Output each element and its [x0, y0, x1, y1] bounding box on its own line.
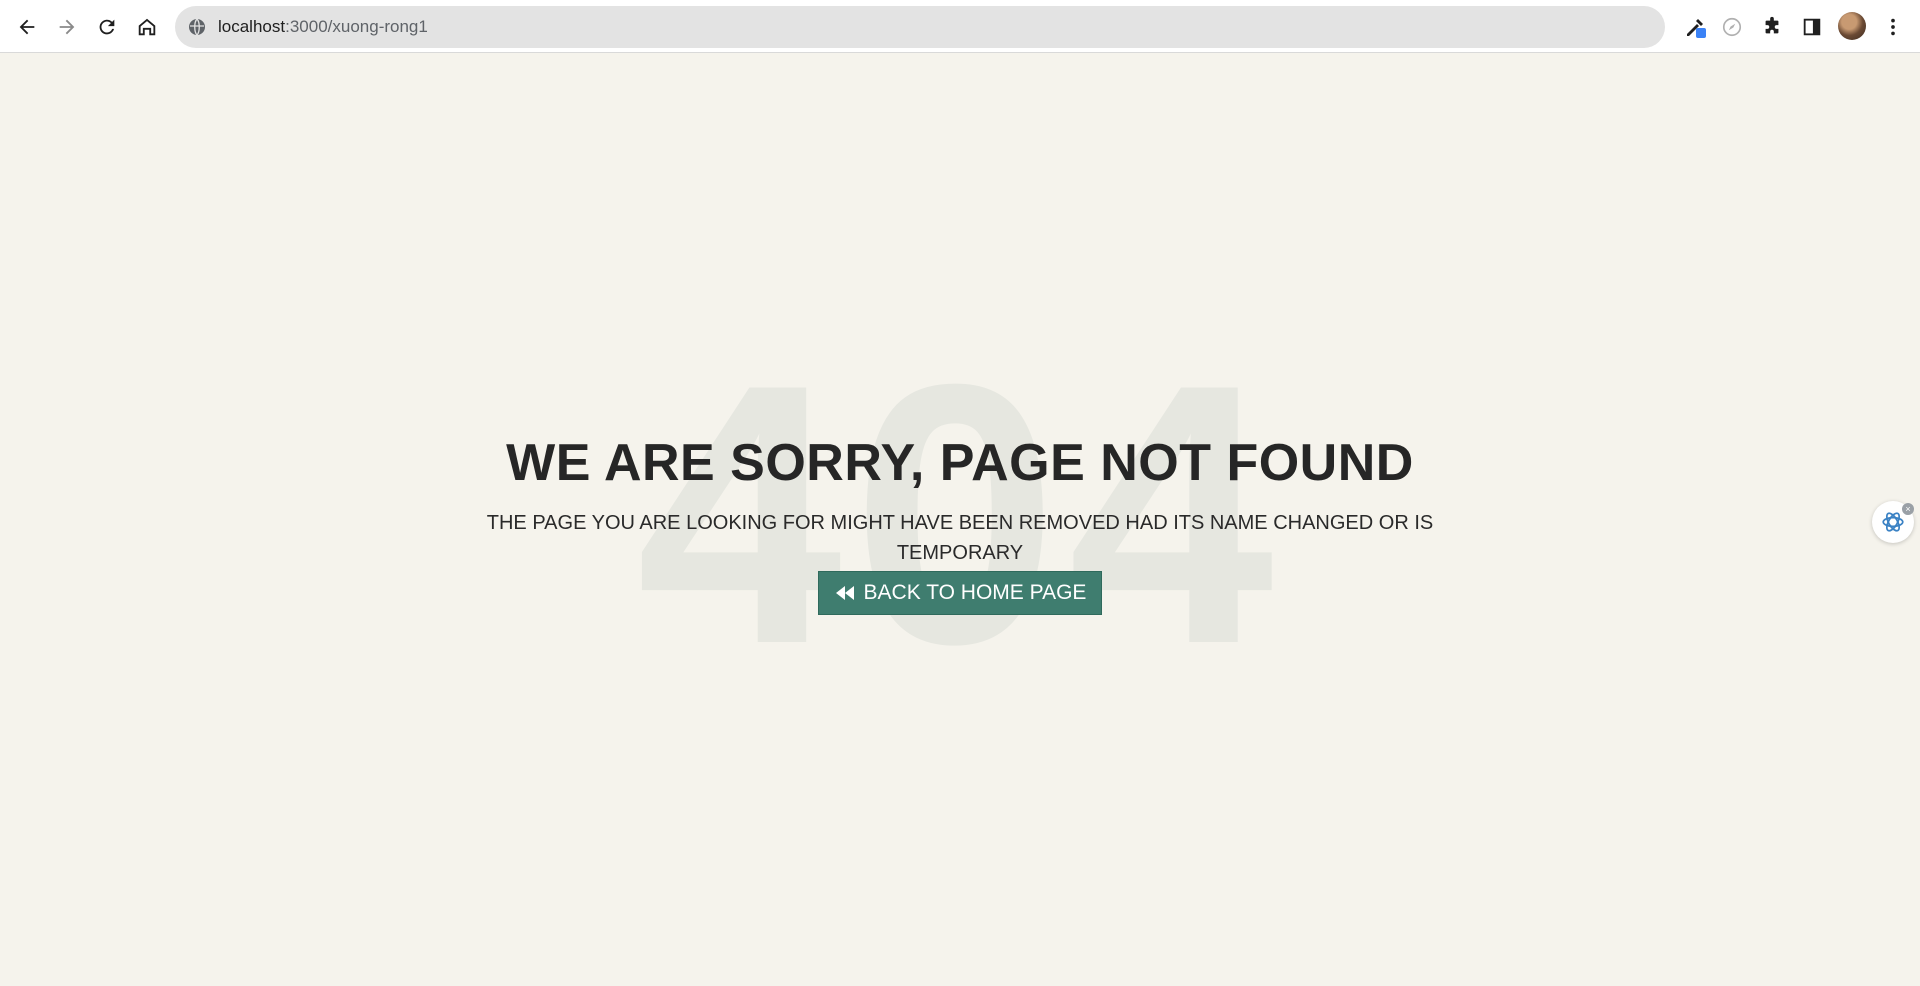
- puzzle-icon: [1765, 16, 1779, 34]
- side-panel-button[interactable]: [1794, 9, 1830, 45]
- reload-button[interactable]: [89, 9, 125, 45]
- arrow-right-icon: [59, 19, 75, 35]
- assistant-logo-icon: [1882, 512, 1904, 532]
- backward-icon: [835, 586, 854, 600]
- extensions-button[interactable]: [1754, 9, 1790, 45]
- eyedropper-extension-button[interactable]: [1677, 9, 1713, 45]
- side-panel-icon: [1803, 18, 1821, 36]
- widget-close-icon[interactable]: ×: [1902, 503, 1914, 515]
- home-button[interactable]: [129, 9, 165, 45]
- forward-button[interactable]: [49, 9, 85, 45]
- more-vertical-icon: [1891, 18, 1895, 36]
- compass-icon: [1722, 17, 1742, 37]
- not-found-section: WE ARE SORRY, PAGE NOT FOUND THE PAGE YO…: [0, 428, 1920, 615]
- back-to-home-label: BACK TO HOME PAGE: [863, 581, 1087, 604]
- url-text[interactable]: localhost:3000/xuong-rong1: [218, 17, 428, 37]
- assistant-widget-button[interactable]: ×: [1872, 501, 1914, 543]
- url-host: localhost: [218, 17, 286, 36]
- site-info-icon[interactable]: [187, 17, 207, 37]
- eyedropper-icon: [1687, 19, 1706, 38]
- browser-toolbar: localhost:3000/xuong-rong1: [0, 0, 1920, 53]
- arrow-left-icon: [19, 19, 35, 35]
- compass-extension-button[interactable]: [1714, 9, 1750, 45]
- home-icon: [138, 18, 156, 36]
- reload-icon: [99, 19, 115, 35]
- page-title: WE ARE SORRY, PAGE NOT FOUND: [506, 434, 1414, 492]
- back-to-home-button[interactable]: BACK TO HOME PAGE: [817, 571, 1103, 615]
- url-path: :3000/xuong-rong1: [285, 17, 428, 36]
- address-bar[interactable]: localhost:3000/xuong-rong1: [175, 6, 1665, 48]
- back-button[interactable]: [9, 9, 45, 45]
- page-subtitle: THE PAGE YOU ARE LOOKING FOR MIGHT HAVE …: [486, 512, 1434, 564]
- browser-menu-button[interactable]: [1875, 9, 1911, 45]
- profile-avatar[interactable]: [1838, 12, 1866, 40]
